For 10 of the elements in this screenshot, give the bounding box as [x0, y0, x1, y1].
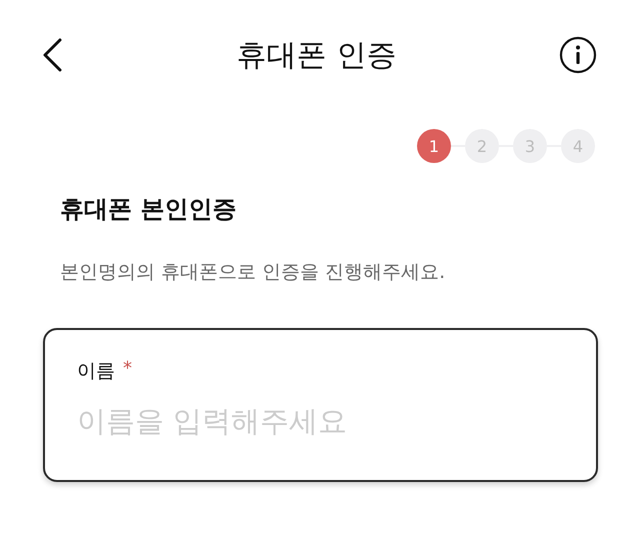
step-indicator: 1 — [417, 129, 451, 163]
info-icon — [559, 36, 597, 74]
section-heading: 휴대폰 본인인증 — [60, 194, 238, 225]
required-mark: * — [123, 358, 132, 379]
back-button[interactable] — [42, 38, 62, 72]
field-label: 이름 — [77, 359, 115, 384]
page-title: 휴대폰 인증 — [236, 36, 396, 74]
description-text: 본인명의의 휴대폰으로 인증을 진행해주세요. — [60, 260, 446, 285]
back-icon — [42, 38, 62, 72]
info-button[interactable] — [559, 36, 597, 74]
